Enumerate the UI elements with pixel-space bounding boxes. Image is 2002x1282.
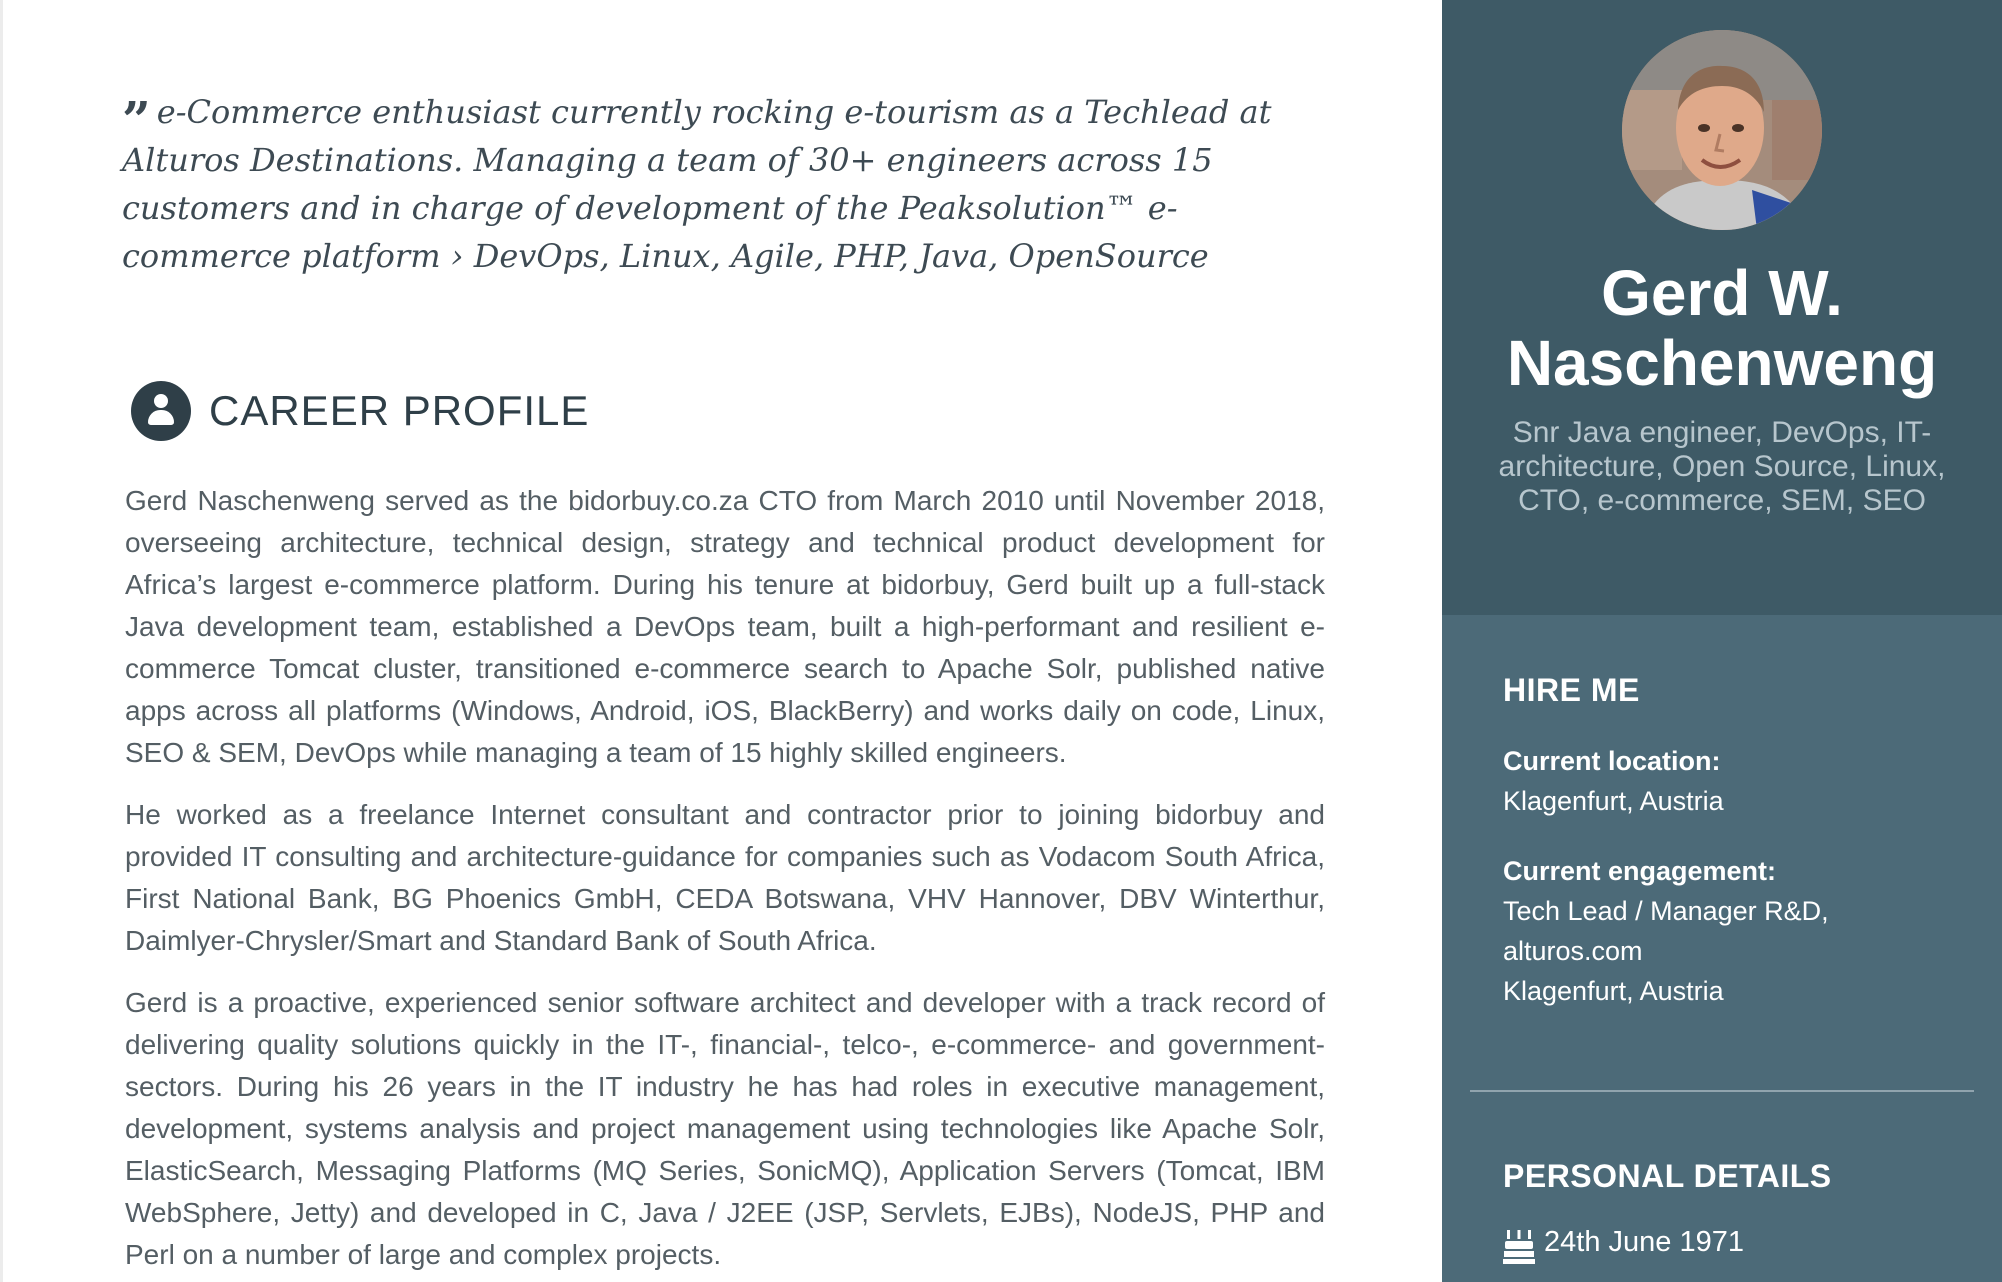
profile-tagline: Snr Java engineer, DevOps, IT-architectu… — [1498, 416, 1946, 517]
career-profile-header: CAREER PROFILE — [131, 380, 589, 442]
birthday-value: 24th June 1971 — [1544, 1226, 1744, 1258]
intro-quote-text: e-Commerce enthusiast currently rocking … — [122, 93, 1272, 275]
section-title: CAREER PROFILE — [209, 387, 590, 434]
current-engagement-label: Current engagement: — [1503, 856, 1777, 886]
user-icon — [131, 381, 191, 441]
profile-name: Gerd W. Naschenweng — [1506, 257, 1938, 399]
career-paragraph: Gerd is a proactive, experienced senior … — [125, 987, 1325, 1270]
current-engagement-line: Klagenfurt, Austria — [1503, 976, 1724, 1006]
current-engagement-link[interactable]: alturos.com — [1503, 931, 1643, 971]
avatar — [1622, 30, 1822, 230]
career-paragraph: He worked as a freelance Internet consul… — [125, 799, 1325, 956]
resume-page: ” e-Commerce enthusiast currently rocking… — [0, 0, 2002, 1282]
current-engagement-line: Tech Lead / Manager R&D, — [1503, 896, 1829, 926]
career-paragraph: Gerd Naschenweng served as the bidorbuy.… — [125, 485, 1325, 768]
hire-me-heading: HIRE ME — [1503, 672, 1640, 708]
career-profile-body: Gerd Naschenweng served as the bidorbuy.… — [125, 480, 1325, 1282]
sidebar: Gerd W. Naschenweng Snr Java engineer, D… — [1442, 0, 2002, 1282]
sidebar-divider — [1470, 1090, 1974, 1092]
personal-details-heading: PERSONAL DETAILS — [1503, 1158, 1832, 1194]
avatar-photo — [1622, 30, 1822, 230]
intro-quote: ” e-Commerce enthusiast currently rocking… — [122, 88, 1337, 280]
birthday-cake-icon — [1503, 1230, 1535, 1264]
main-content: ” e-Commerce enthusiast currently rocking… — [0, 0, 1442, 1282]
current-location-label: Current location: — [1503, 746, 1721, 776]
current-location-value: Klagenfurt, Austria — [1503, 786, 1724, 816]
profile-card: Gerd W. Naschenweng Snr Java engineer, D… — [1442, 0, 2002, 615]
